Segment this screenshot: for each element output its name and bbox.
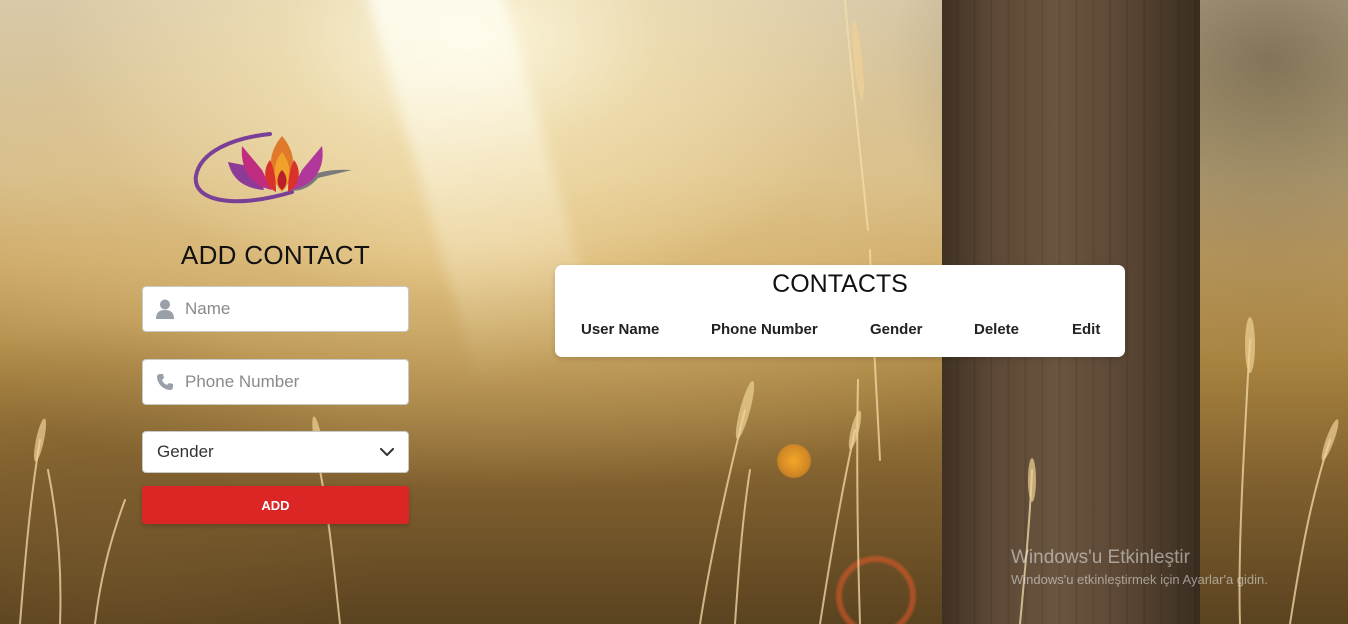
contacts-card: CONTACTS User Name Phone Number Gender D… <box>555 265 1125 357</box>
page-background: ADD CONTACT Gender ADD CONTACTS User Na <box>0 0 1348 624</box>
column-header-delete: Delete <box>974 321 1020 338</box>
bokeh-ring <box>836 556 916 624</box>
gender-select[interactable]: Gender <box>142 431 409 473</box>
watermark-title: Windows'u Etkinleştir <box>1011 547 1190 568</box>
add-contact-title: ADD CONTACT <box>180 240 371 270</box>
column-header-phone-number: Phone Number <box>711 321 818 338</box>
column-header-gender: Gender <box>870 321 923 338</box>
user-icon <box>143 299 185 319</box>
phone-input[interactable] <box>185 372 395 392</box>
name-field[interactable] <box>142 286 409 332</box>
column-header-user-name: User Name <box>581 321 660 338</box>
lotus-logo <box>193 132 352 204</box>
windows-activation-watermark: Windows'u Etkinleştir Windows'u etkinleş… <box>1011 547 1268 587</box>
name-input[interactable] <box>185 299 395 319</box>
column-header-edit: Edit <box>1072 321 1101 338</box>
bokeh-light <box>777 444 811 478</box>
contacts-title: CONTACTS <box>772 270 908 298</box>
phone-field[interactable] <box>142 359 409 405</box>
phone-icon <box>143 373 185 391</box>
gender-select-value: Gender <box>157 442 214 461</box>
watermark-subtitle: Windows'u etkinleştirmek için Ayarlar'a … <box>1011 572 1268 587</box>
chevron-down-icon <box>380 442 394 462</box>
add-button[interactable]: ADD <box>142 486 409 524</box>
